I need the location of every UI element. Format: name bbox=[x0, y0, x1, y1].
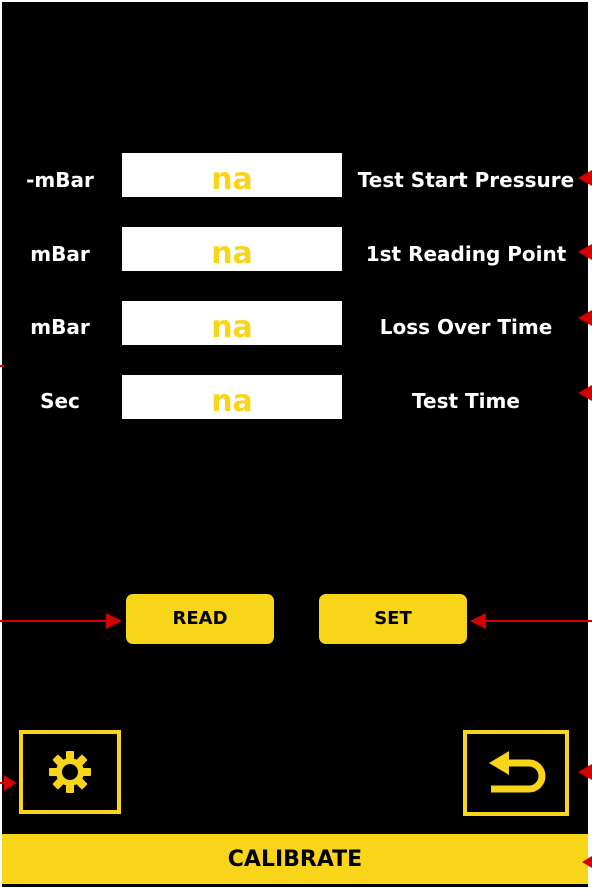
param-label-loss-over-time: Loss Over Time bbox=[379, 315, 553, 339]
unit-label-1st-reading-point: mBar bbox=[30, 242, 90, 266]
back-button[interactable] bbox=[463, 730, 569, 816]
return-arrow-icon bbox=[489, 751, 546, 793]
set-button[interactable]: SET bbox=[319, 594, 467, 644]
gear-icon bbox=[49, 751, 91, 793]
app-screen: -mBar na Test Start Pressure mBar na 1st… bbox=[2, 2, 588, 887]
calibrate-button[interactable]: CALIBRATE bbox=[2, 834, 588, 884]
value-field-1st-reading-point[interactable]: na bbox=[122, 227, 342, 271]
param-label-test-time: Test Time bbox=[412, 389, 520, 413]
value-field-loss-over-time[interactable]: na bbox=[122, 301, 342, 345]
param-label-test-start-pressure: Test Start Pressure bbox=[357, 168, 575, 192]
value-field-test-time[interactable]: na bbox=[122, 375, 342, 419]
read-button[interactable]: READ bbox=[126, 594, 274, 644]
value-field-test-start-pressure[interactable]: na bbox=[122, 153, 342, 197]
unit-label-test-time: Sec bbox=[40, 389, 80, 413]
param-label-1st-reading-point: 1st Reading Point bbox=[365, 242, 567, 266]
unit-label-test-start-pressure: -mBar bbox=[26, 168, 94, 192]
unit-label-loss-over-time: mBar bbox=[30, 315, 90, 339]
settings-button[interactable] bbox=[19, 730, 121, 814]
